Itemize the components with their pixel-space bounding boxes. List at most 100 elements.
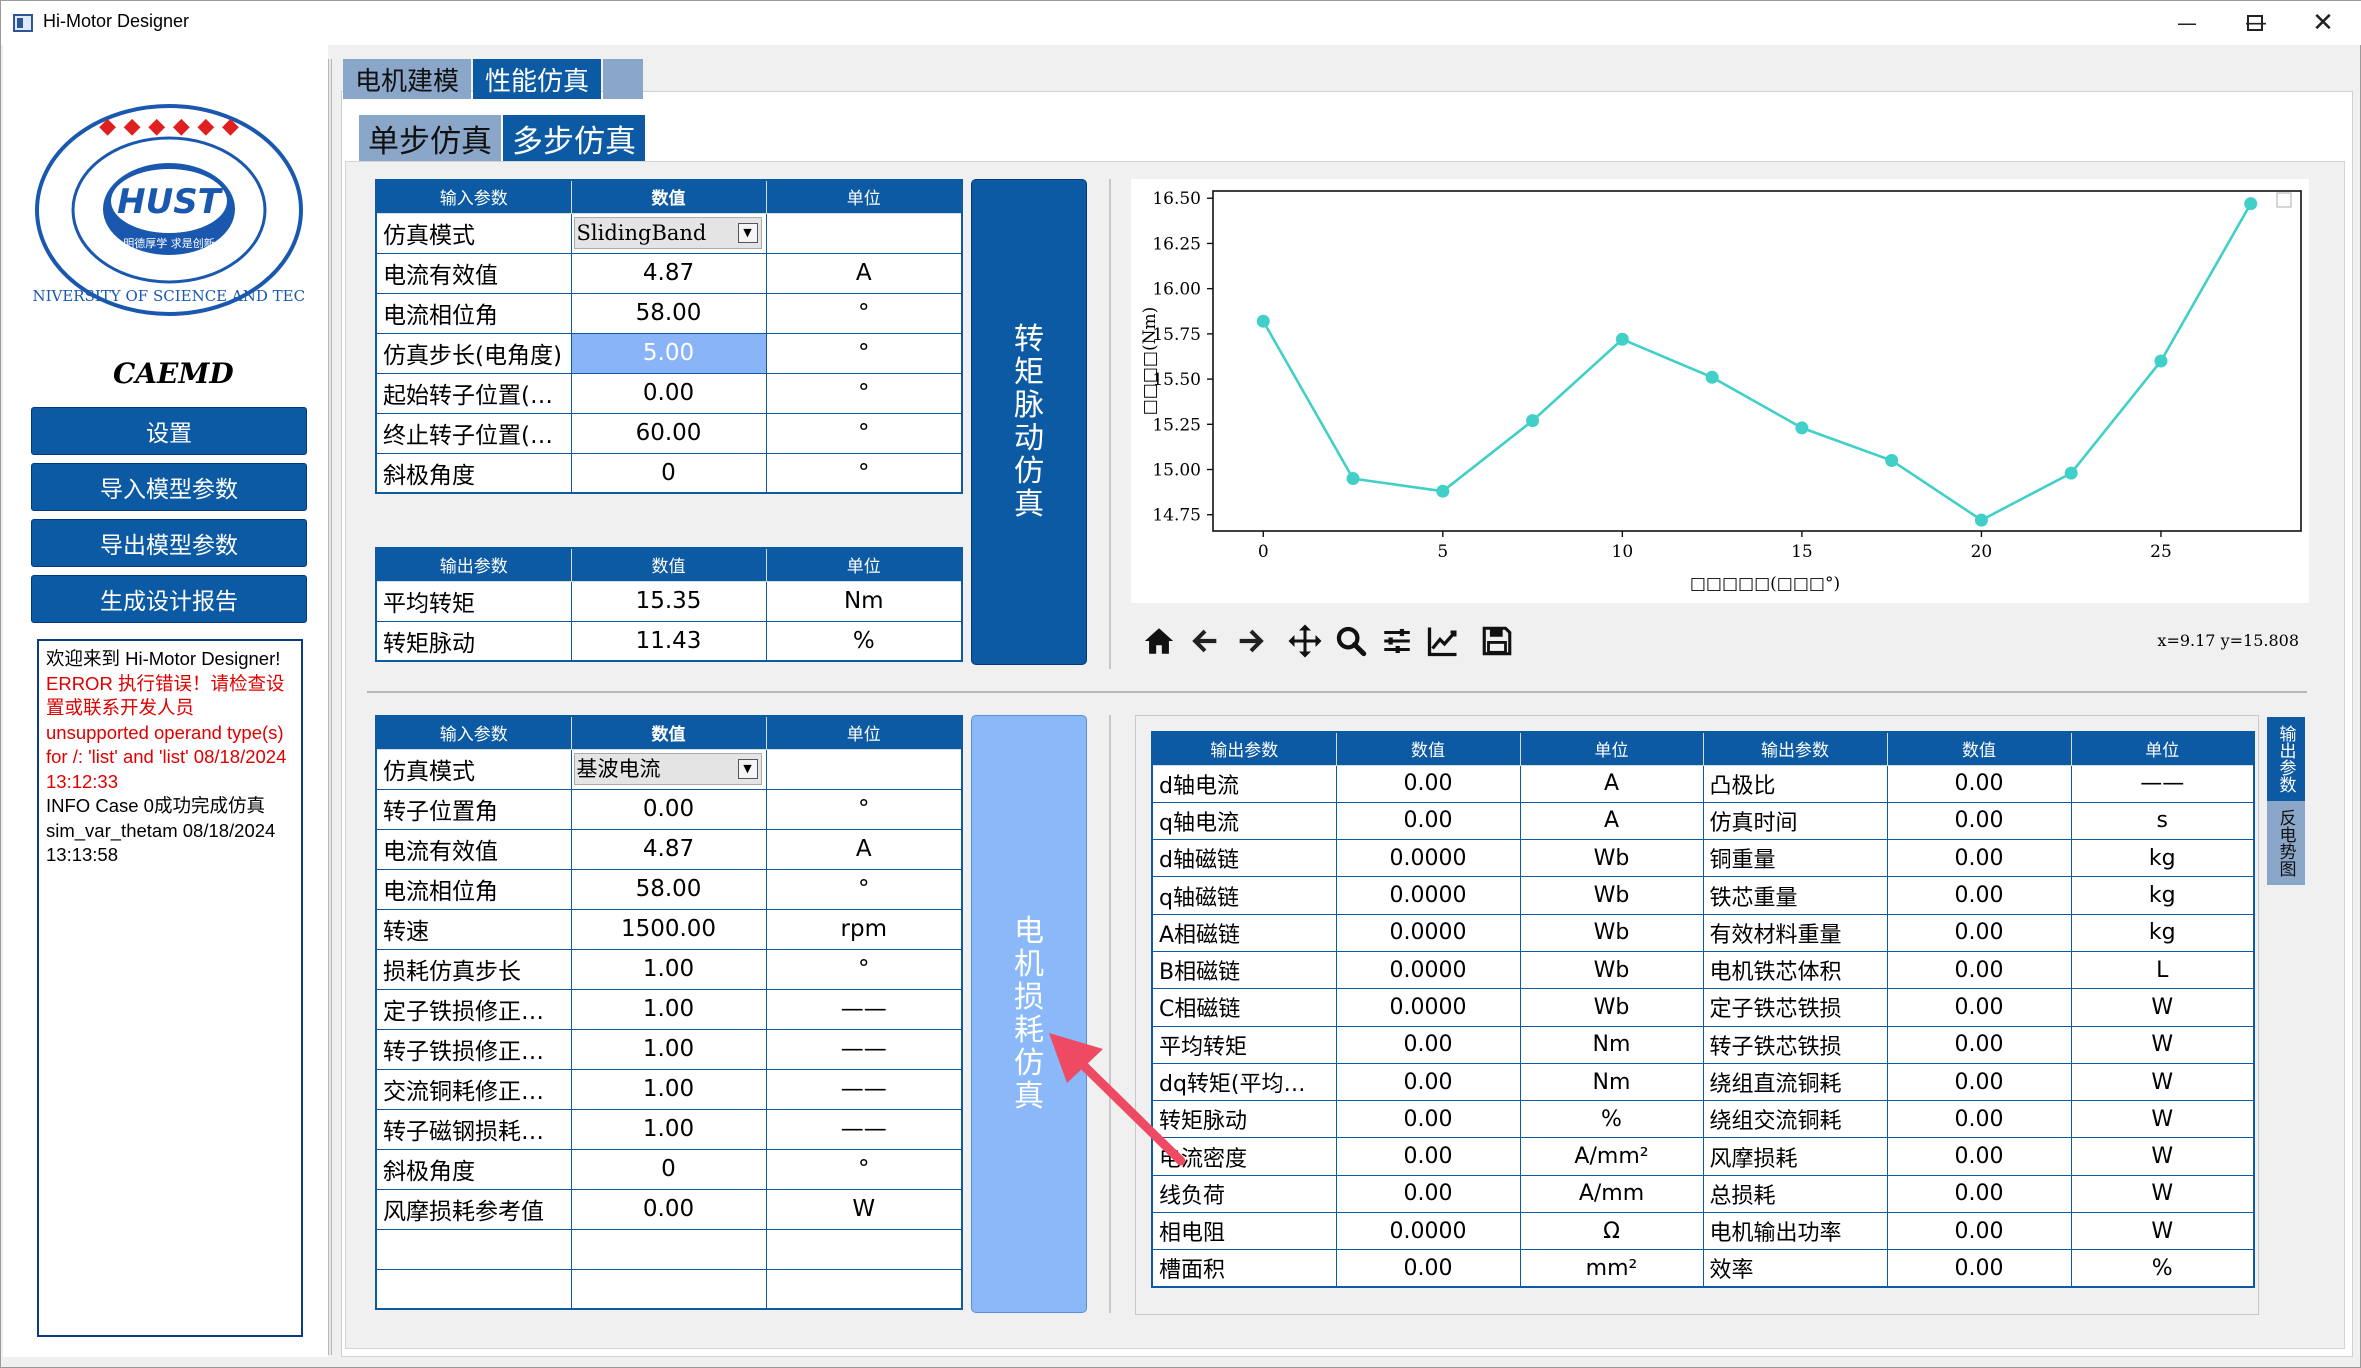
window-title: Hi-Motor Designer: [43, 11, 190, 31]
y-tick-label: 15.25: [1152, 415, 1201, 435]
side-tab-back-emf[interactable]: 反电势图: [2267, 801, 2305, 885]
param-value-input[interactable]: 4.87: [570, 828, 767, 870]
param-value-input[interactable]: 1.00: [570, 1028, 767, 1070]
table-row: 终止转子位置(… 60.00 °: [375, 412, 963, 454]
param-value-input[interactable]: 58.00: [570, 868, 767, 910]
tab-multi-step-sim[interactable]: 多步仿真: [503, 115, 645, 161]
export-model-params-button[interactable]: 导出模型参数: [31, 519, 307, 567]
param-value-input[interactable]: 0: [570, 452, 767, 494]
configure-subplots-button[interactable]: [1377, 621, 1417, 661]
app-window: Hi-Motor Designer — — ✕ HUST ◆ ◆ ◆ ◆ ◆ ◆…: [0, 0, 2361, 1368]
sidebar-splitter[interactable]: [328, 59, 332, 1355]
param-unit: kg: [2070, 876, 2255, 915]
param-unit: W: [2070, 1025, 2255, 1064]
param-unit: Wb: [1519, 988, 1704, 1027]
loss-mode-select[interactable]: 基波电流 ▼: [570, 748, 767, 790]
col-header: 输入参数: [375, 179, 572, 214]
param-value-input[interactable]: 1.00: [570, 1108, 767, 1150]
table-row: 电流有效值 4.87 A: [375, 828, 963, 870]
param-value-input-selected[interactable]: 5.00: [570, 332, 767, 374]
x-tick-label: 0: [1258, 542, 1269, 562]
param-value-input[interactable]: 1.00: [570, 948, 767, 990]
forward-icon: [1239, 629, 1264, 653]
param-value-input[interactable]: 0: [570, 1148, 767, 1190]
param-name: 转子铁芯铁损: [1702, 1025, 1888, 1064]
param-name: [375, 1228, 572, 1270]
table-row: B相磁链 0.0000 Wb 电机铁芯体积 0.00 L: [1151, 950, 2255, 990]
y-tick-label: 16.25: [1152, 234, 1201, 254]
app-icon: [13, 14, 33, 32]
param-name: 仿真步长(电角度): [375, 332, 572, 374]
chevron-down-icon: ▼: [737, 759, 758, 779]
settings-button[interactable]: 设置: [31, 407, 307, 455]
torque-ripple-sim-button[interactable]: 转 矩 脉 动 仿 真: [971, 179, 1087, 665]
zoom-button[interactable]: [1331, 621, 1371, 661]
data-point: [2154, 354, 2168, 368]
data-point: [1885, 453, 1899, 467]
table-row: 转子位置角 0.00 °: [375, 788, 963, 830]
table-row: 斜极角度 0 °: [375, 452, 963, 494]
param-name: 转子磁钢损耗…: [375, 1108, 572, 1150]
param-value-input[interactable]: 58.00: [570, 292, 767, 334]
svg-text:UNIVERSITY OF SCIENCE AND TECH: UNIVERSITY OF SCIENCE AND TECH: [33, 287, 305, 305]
table-row: 交流铜耗修正… 1.00 ——: [375, 1068, 963, 1110]
param-unit: ——: [765, 1068, 963, 1110]
col-header: 输入参数: [375, 715, 572, 750]
data-point: [1974, 513, 1988, 527]
param-unit: A: [765, 252, 963, 294]
param-value-input[interactable]: 1.00: [570, 1068, 767, 1110]
side-tab-output-params[interactable]: 输出参数: [2267, 717, 2305, 801]
param-unit: L: [2070, 950, 2255, 990]
generate-report-button[interactable]: 生成设计报告: [31, 575, 307, 623]
torque-plot[interactable]: 16.50 16.25 16.00 15.75 15.50 15.25 15.00 14.75…: [1131, 179, 2309, 603]
motor-loss-sim-button[interactable]: 电 机 损 耗 仿 真: [971, 715, 1087, 1313]
close-button[interactable]: ✕: [2288, 1, 2358, 45]
sim-mode-select[interactable]: SlidingBand ▼: [570, 212, 767, 254]
minimize-button[interactable]: —: [2152, 1, 2222, 45]
table-row: 损耗仿真步长 1.00 °: [375, 948, 963, 990]
save-figure-button[interactable]: [1477, 621, 1517, 661]
param-value-input[interactable]: 1500.00: [570, 908, 767, 950]
tab-motor-modeling[interactable]: 电机建模: [343, 59, 471, 99]
maximize-button[interactable]: [2220, 1, 2290, 45]
x-axis-label: □□□□□(□□□°): [1690, 574, 1840, 594]
back-button[interactable]: [1185, 621, 1225, 661]
edit-curve-button[interactable]: [1423, 621, 1463, 661]
col-header: 数值: [1335, 731, 1521, 766]
table-row: 槽面积 0.00 mm² 效率 0.00%: [1151, 1249, 2255, 1288]
param-value-input[interactable]: 4.87: [570, 252, 767, 294]
param-unit: W: [2070, 988, 2255, 1027]
param-name: [375, 1268, 572, 1310]
table-row: d轴磁链 0.0000 Wb 铜重量 0.00 kg: [1151, 839, 2255, 878]
param-value: 0.00: [1886, 1212, 2072, 1251]
close-icon: ✕: [2312, 8, 2334, 38]
tab-single-step-sim[interactable]: 单步仿真: [359, 115, 501, 161]
param-value-input[interactable]: 0.00: [570, 1188, 767, 1230]
param-name: 转速: [375, 908, 572, 950]
col-header: 输出参数: [1151, 731, 1337, 766]
table-row: q轴磁链 0.0000 Wb 铁芯重量 0.00 kg: [1151, 876, 2255, 915]
pan-icon: [1288, 624, 1322, 658]
param-value-input[interactable]: [570, 1268, 767, 1310]
home-button[interactable]: [1139, 621, 1179, 661]
pan-button[interactable]: [1285, 621, 1325, 661]
table-row: 仿真模式 SlidingBand ▼: [375, 212, 963, 254]
param-value-input[interactable]: 60.00: [570, 412, 767, 454]
svg-text:HUST: HUST: [117, 182, 224, 222]
param-value: 0.00: [1335, 1025, 1521, 1064]
table-row: 斜极角度 0 °: [375, 1148, 963, 1190]
table-row: 仿真步长(电角度) 5.00 °: [375, 332, 963, 374]
param-value-input[interactable]: [570, 1228, 767, 1270]
param-value-input[interactable]: 1.00: [570, 988, 767, 1030]
col-header: 数值: [570, 547, 767, 582]
forward-button[interactable]: [1231, 621, 1271, 661]
param-value: 0.00: [1335, 1062, 1521, 1102]
param-value-input[interactable]: 0.00: [570, 788, 767, 830]
import-model-params-button[interactable]: 导入模型参数: [31, 463, 307, 511]
tab-performance-sim[interactable]: 性能仿真: [473, 59, 601, 99]
col-header: 输出参数: [375, 547, 572, 582]
param-name: 斜极角度: [375, 452, 572, 494]
param-value-input[interactable]: 0.00: [570, 372, 767, 414]
param-unit: ——: [765, 988, 963, 1030]
param-value: 11.43: [570, 620, 767, 662]
